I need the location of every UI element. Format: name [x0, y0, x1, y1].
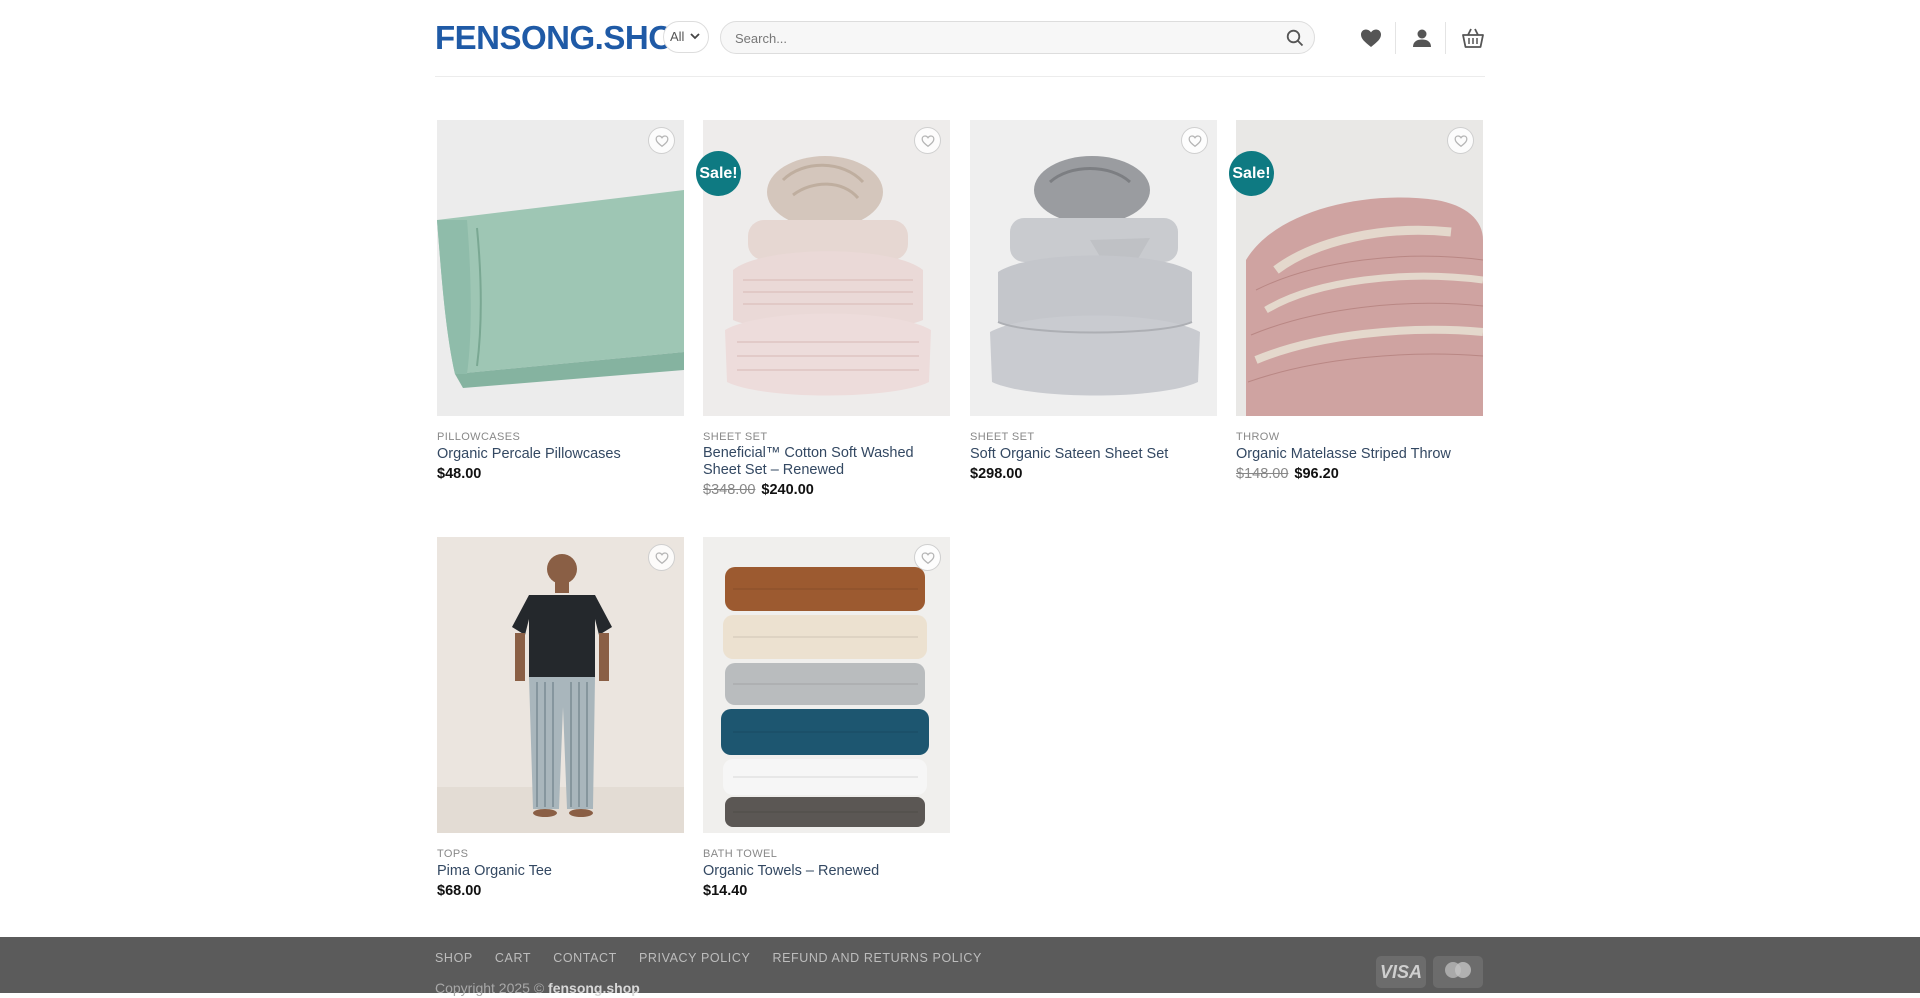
copyright-site[interactable]: fensong.shop [548, 980, 640, 996]
visa-icon: VISA [1376, 956, 1426, 988]
product-category[interactable]: BATH TOWEL [703, 848, 777, 860]
product-title[interactable]: Organic Towels – Renewed [703, 863, 950, 880]
product-image-striped-throw[interactable] [1236, 120, 1483, 416]
product-title[interactable]: Organic Percale Pillowcases [437, 446, 684, 463]
search-icon[interactable] [1286, 29, 1304, 47]
heart-icon [1188, 135, 1202, 148]
product-title[interactable]: Organic Matelasse Striped Throw [1236, 446, 1483, 463]
category-select-value: All [670, 29, 685, 44]
chevron-down-icon [690, 22, 700, 63]
header-divider [1395, 22, 1396, 54]
footer-link-contact[interactable]: CONTACT [553, 951, 617, 965]
footer-link-refund-policy[interactable]: REFUND AND RETURNS POLICY [772, 951, 981, 965]
product-category[interactable]: SHEET SET [703, 431, 768, 443]
footer-nav: SHOP CART CONTACT PRIVACY POLICY REFUND … [435, 951, 1000, 965]
wishlist-button[interactable] [1181, 127, 1208, 154]
site-logo[interactable]: FENSONG.SHOP [435, 18, 695, 58]
old-price: $148.00 [1236, 466, 1289, 482]
wishlist-button[interactable] [648, 544, 675, 571]
heart-icon [655, 552, 669, 565]
visa-label: VISA [1379, 962, 1422, 982]
product-category[interactable]: PILLOWCASES [437, 431, 520, 443]
product-price: $68.00 [437, 883, 481, 899]
mastercard-icon [1433, 956, 1483, 988]
wishlist-button[interactable] [1447, 127, 1474, 154]
old-price: $348.00 [703, 482, 756, 498]
category-select[interactable]: All [663, 21, 709, 53]
cart-basket-icon[interactable] [1461, 26, 1485, 50]
heart-icon [1454, 135, 1468, 148]
product-category[interactable]: THROW [1236, 431, 1280, 443]
product-category[interactable]: TOPS [437, 848, 468, 860]
product-price: $48.00 [437, 466, 481, 482]
product-title[interactable]: Soft Organic Sateen Sheet Set [970, 446, 1217, 463]
site-header: FENSONG.SHOP All [0, 0, 1920, 77]
wishlist-button[interactable] [914, 544, 941, 571]
product-image-pillowcase[interactable] [437, 120, 684, 416]
current-price: $68.00 [437, 883, 482, 899]
product-price: $298.00 [970, 466, 1022, 482]
product-image-sheet-set-striped[interactable] [703, 120, 950, 416]
wishlist-heart-icon[interactable] [1359, 26, 1383, 50]
product-category[interactable]: SHEET SET [970, 431, 1035, 443]
product-price: $148.00 $96.20 [1236, 466, 1339, 482]
sale-badge: Sale! [1229, 151, 1274, 196]
heart-icon [655, 135, 669, 148]
product-image-pima-tee[interactable] [437, 537, 684, 833]
header-divider [1445, 22, 1446, 54]
heart-icon [921, 552, 935, 565]
copyright: Copyright 2025 © fensong.shop [435, 980, 640, 996]
wishlist-button[interactable] [648, 127, 675, 154]
current-price: $48.00 [437, 466, 482, 482]
product-title[interactable]: Pima Organic Tee [437, 863, 684, 880]
footer-link-privacy-policy[interactable]: PRIVACY POLICY [639, 951, 750, 965]
product-image-sateen-sheet-set[interactable] [970, 120, 1217, 416]
current-price: $96.20 [1294, 466, 1339, 482]
product-price: $348.00 $240.00 [703, 482, 814, 498]
site-footer: SHOP CART CONTACT PRIVACY POLICY REFUND … [0, 937, 1920, 996]
product-price: $14.40 [703, 883, 747, 899]
current-price: $240.00 [761, 482, 814, 498]
search-input[interactable] [733, 22, 1277, 55]
copyright-prefix: Copyright 2025 © [435, 980, 545, 996]
footer-link-shop[interactable]: SHOP [435, 951, 473, 965]
sale-badge: Sale! [696, 151, 741, 196]
user-account-icon[interactable] [1410, 26, 1434, 50]
current-price: $298.00 [970, 466, 1023, 482]
product-image-organic-towels[interactable] [703, 537, 950, 833]
search-box [720, 21, 1315, 55]
current-price: $14.40 [703, 883, 748, 899]
footer-link-cart[interactable]: CART [495, 951, 531, 965]
wishlist-button[interactable] [914, 127, 941, 154]
header-container: FENSONG.SHOP All [435, 0, 1485, 77]
product-title[interactable]: Beneficial™ Cotton Soft Washed Sheet Set… [703, 445, 950, 479]
heart-icon [921, 135, 935, 148]
